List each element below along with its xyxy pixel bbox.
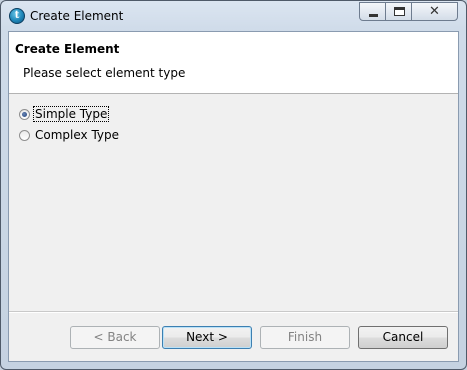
finish-button[interactable]: Finish bbox=[260, 326, 350, 349]
maximize-button[interactable] bbox=[385, 2, 412, 21]
button-bar-separator bbox=[9, 311, 458, 313]
page-title: Create Element bbox=[15, 42, 120, 56]
minimize-icon bbox=[369, 14, 378, 17]
radio-button-checked[interactable] bbox=[19, 108, 30, 120]
talend-app-icon: t bbox=[9, 8, 25, 24]
radio-complex-type[interactable]: Complex Type bbox=[19, 126, 120, 144]
radio-button-unchecked[interactable] bbox=[19, 129, 30, 141]
dialog-window: t Create Element ✕ Create Element Please… bbox=[0, 0, 467, 370]
wizard-header: Create Element Please select element typ… bbox=[9, 32, 458, 94]
radio-simple-type[interactable]: Simple Type bbox=[19, 105, 110, 123]
dialog-client-area: Create Element Please select element typ… bbox=[8, 31, 459, 362]
close-icon: ✕ bbox=[429, 4, 440, 19]
back-button[interactable]: < Back bbox=[70, 326, 160, 349]
title-bar[interactable]: t Create Element ✕ bbox=[1, 1, 466, 31]
close-button[interactable]: ✕ bbox=[411, 2, 458, 21]
maximize-icon bbox=[394, 7, 405, 16]
radio-label-simple-type[interactable]: Simple Type bbox=[32, 106, 110, 122]
cancel-button[interactable]: Cancel bbox=[358, 326, 448, 349]
window-title: Create Element bbox=[30, 9, 124, 23]
page-description: Please select element type bbox=[23, 66, 186, 80]
minimize-button[interactable] bbox=[359, 2, 386, 21]
next-button[interactable]: Next > bbox=[162, 326, 252, 349]
radio-label-complex-type[interactable]: Complex Type bbox=[34, 128, 120, 142]
